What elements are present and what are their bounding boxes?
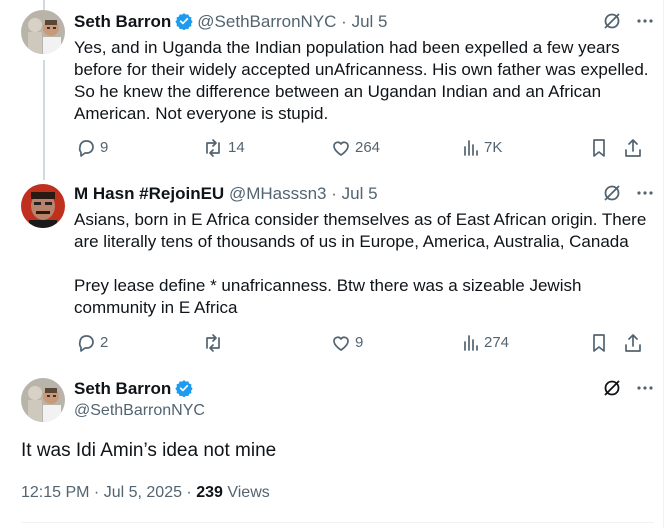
like-button[interactable]: 264 — [331, 138, 380, 158]
tweet-paragraph: Asians, born in E Africa consider themse… — [74, 210, 647, 251]
grok-icon[interactable] — [602, 378, 622, 398]
repost-icon — [206, 334, 220, 352]
author-name[interactable]: M Hasn #RejoinEU — [74, 184, 224, 203]
share-button[interactable] — [623, 138, 643, 158]
bookmark-button[interactable] — [590, 138, 608, 158]
tweet-text: Asians, born in E Africa consider themse… — [74, 209, 654, 319]
main-tweet-header: Seth Barron @SethBarronNYC — [74, 378, 654, 422]
verified-badge-icon — [175, 379, 193, 403]
repost-icon — [206, 139, 220, 157]
thread-line — [43, 0, 45, 10]
tweet-date[interactable]: Jul 5 — [352, 12, 388, 31]
reply-icon — [78, 335, 94, 352]
tweet-actions: 2 9 274 — [74, 333, 654, 355]
views-label: Views — [227, 484, 270, 501]
main-tweet-text: It was Idi Amin’s idea not mine — [21, 440, 277, 461]
views-count: 239 — [196, 484, 223, 501]
views-button[interactable]: 274 — [462, 333, 509, 353]
like-button[interactable]: 9 — [331, 333, 363, 353]
repost-button[interactable]: 14 — [202, 138, 245, 158]
grok-icon[interactable] — [602, 183, 622, 203]
avatar-seth-barron[interactable] — [21, 10, 65, 54]
tweet-text: Yes, and in Uganda the Indian population… — [74, 37, 654, 125]
reply-count: 2 — [100, 334, 109, 351]
timeline-border — [663, 0, 664, 528]
like-icon — [333, 141, 349, 156]
views-count: 274 — [484, 334, 510, 351]
more-icon[interactable] — [636, 184, 654, 202]
views-icon — [464, 335, 478, 351]
share-icon — [625, 139, 641, 157]
reply-count: 9 — [100, 139, 109, 156]
thread-line — [43, 60, 45, 180]
tweet-paragraph: Prey lease define * unafricanness. Btw t… — [74, 276, 582, 317]
views-count: 7K — [484, 139, 503, 156]
views-button[interactable]: 7K — [462, 138, 502, 158]
grok-icon[interactable] — [602, 11, 622, 31]
author-name[interactable]: Seth Barron — [74, 12, 171, 31]
author-handle[interactable]: @SethBarronNYC — [197, 12, 336, 31]
tweet-timestamp[interactable]: 12:15 PM · Jul 5, 2025 — [21, 484, 182, 501]
repost-button[interactable] — [202, 333, 228, 353]
author-handle[interactable]: @SethBarronNYC — [74, 400, 654, 422]
bookmark-icon — [593, 334, 605, 352]
like-icon — [333, 336, 349, 351]
like-count: 9 — [355, 334, 364, 351]
divider — [21, 522, 654, 523]
bookmark-icon — [593, 139, 605, 157]
more-icon[interactable] — [636, 379, 654, 397]
more-icon[interactable] — [636, 12, 654, 30]
tweet-date[interactable]: Jul 5 — [342, 184, 378, 203]
like-count: 264 — [355, 139, 381, 156]
tweet-paragraph: Yes, and in Uganda the Indian population… — [74, 38, 649, 123]
tweet-actions: 9 14 264 7K — [74, 138, 654, 160]
tweet-2[interactable]: M Hasn #RejoinEU @MHasssn3 · Jul 5 Asian… — [74, 183, 654, 319]
author-name[interactable]: Seth Barron — [74, 379, 171, 398]
views-icon — [464, 140, 478, 156]
avatar-m-hasn[interactable] — [21, 184, 65, 228]
bookmark-button[interactable] — [590, 333, 608, 353]
separator-dot: · — [326, 184, 342, 203]
repost-count: 14 — [228, 139, 245, 156]
share-icon — [625, 334, 641, 352]
reply-button[interactable]: 2 — [76, 333, 108, 353]
share-button[interactable] — [623, 333, 643, 353]
reply-button[interactable]: 9 — [76, 138, 108, 158]
tweet-header: Seth Barron @SethBarronNYC · Jul 5 — [74, 11, 654, 33]
author-handle[interactable]: @MHasssn3 — [229, 184, 327, 203]
tweet-header: M Hasn #RejoinEU @MHasssn3 · Jul 5 — [74, 183, 654, 205]
tweet-meta: 12:15 PM · Jul 5, 2025 · 239 Views — [21, 484, 270, 501]
tweet-1[interactable]: Seth Barron @SethBarronNYC · Jul 5 Yes, a… — [74, 11, 654, 125]
separator-dot: · — [336, 12, 352, 31]
reply-icon — [78, 140, 94, 157]
avatar-seth-barron[interactable] — [21, 378, 65, 422]
verified-badge-icon — [175, 12, 193, 36]
